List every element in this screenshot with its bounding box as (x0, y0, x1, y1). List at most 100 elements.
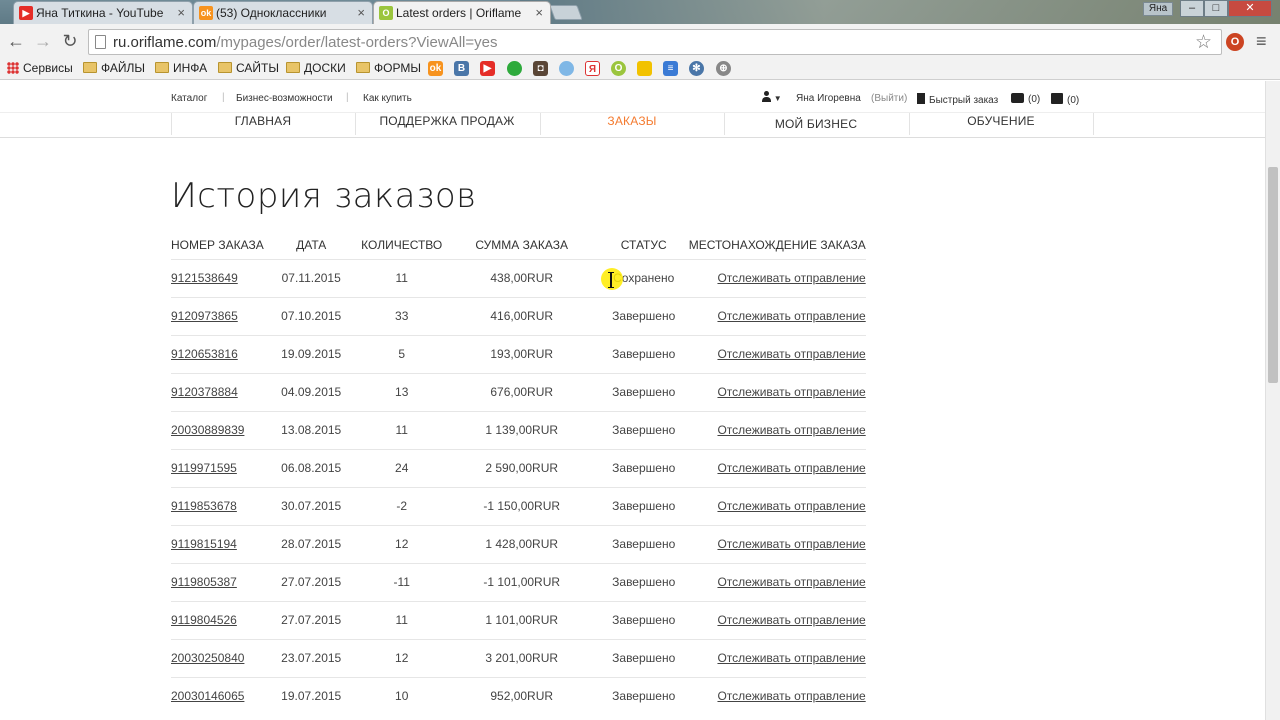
minimize-button[interactable]: – (1180, 0, 1204, 17)
green-bookmark-icon[interactable] (507, 61, 522, 76)
order-number-cell: 9119804526 (171, 600, 264, 639)
tab-title: Latest orders | Oriflame (396, 6, 522, 20)
apps-icon (7, 62, 19, 74)
order-number-link[interactable]: 9121538649 (171, 271, 238, 285)
order-number-link[interactable]: 9120973865 (171, 309, 238, 323)
messages-link[interactable]: (0) (1011, 93, 1040, 105)
track-shipment-link[interactable]: Отслеживать отправление (717, 347, 865, 361)
order-date-cell: 13.08.2015 (263, 410, 359, 449)
order-number-link[interactable]: 20030889839 (171, 423, 244, 437)
order-quantity: 12 (395, 651, 409, 665)
table-row: 20030250840 23.07.2015 12 3 201,00RUR Заверш… (171, 638, 866, 677)
track-shipment-link[interactable]: Отслеживать отправление (717, 575, 865, 589)
track-shipment-link[interactable]: Отслеживать отправление (717, 537, 865, 551)
user-menu[interactable]: ▼ (762, 91, 782, 104)
nav-orders[interactable]: ЗАКАЗЫ (540, 114, 724, 128)
order-number-link[interactable]: 9119971595 (171, 461, 237, 475)
column-header-date[interactable]: ДАТА (264, 231, 359, 259)
close-icon[interactable]: × (535, 5, 543, 20)
order-number-link[interactable]: 9119815194 (171, 537, 237, 551)
order-date-cell: 23.07.2015 (263, 638, 359, 677)
odnoklassniki-icon[interactable]: ok (428, 61, 443, 76)
column-header-status[interactable]: СТАТУС (599, 231, 689, 259)
bookmark-folder-forms[interactable]: ФОРМЫ (356, 61, 421, 75)
logout-link[interactable]: (Выйти) (871, 93, 907, 104)
nav-home[interactable]: ГЛАВНАЯ (171, 114, 355, 128)
scrollbar-thumb[interactable] (1268, 167, 1278, 383)
oriflame-icon[interactable]: O (611, 61, 626, 76)
new-tab-button[interactable] (549, 5, 583, 20)
order-quantity: -11 (393, 575, 410, 589)
tab-youtube[interactable]: ▶ Яна Титкина - YouTube × (13, 1, 193, 24)
bookmark-folder-boards[interactable]: ДОСКИ (286, 61, 346, 75)
tab-title: Яна Титкина - YouTube (36, 6, 164, 20)
order-number-cell: 20030146065 (171, 676, 264, 715)
track-shipment-link[interactable]: Отслеживать отправление (717, 651, 865, 665)
bookmark-folder-info[interactable]: ИНФА (155, 61, 207, 75)
forward-button[interactable]: → (32, 30, 54, 52)
tab-oriflame[interactable]: O Latest orders | Oriflame × (373, 1, 551, 24)
order-status: Завершено (612, 347, 676, 361)
reload-button[interactable]: ↻ (59, 30, 81, 52)
vk-icon[interactable]: B (454, 61, 469, 76)
column-header-sum[interactable]: СУММА ЗАКАЗА (445, 231, 599, 259)
menu-icon[interactable]: ≡ (1256, 31, 1267, 52)
track-shipment-link[interactable]: Отслеживать отправление (717, 499, 865, 513)
document-icon[interactable]: ≡ (663, 61, 678, 76)
cart-link[interactable]: (0) (1051, 93, 1079, 106)
order-number-link[interactable]: 9119853678 (171, 499, 237, 513)
track-shipment-link[interactable]: Отслеживать отправление (717, 689, 865, 703)
bookmark-star-icon[interactable]: ☆ (1195, 31, 1212, 54)
order-number-link[interactable]: 9120653816 (171, 347, 238, 361)
bookmark-folder-sites[interactable]: САЙТЫ (218, 61, 279, 75)
instagram-icon[interactable]: ◘ (533, 61, 548, 76)
tag-icon[interactable] (637, 61, 652, 76)
track-shipment-link[interactable]: Отслеживать отправление (717, 271, 865, 285)
order-date-cell: 07.10.2015 (263, 296, 359, 335)
caret-down-icon: ▼ (773, 94, 782, 103)
order-status-cell: Завершено (598, 676, 689, 715)
order-number-link[interactable]: 20030250840 (171, 651, 244, 665)
close-icon[interactable]: × (357, 5, 365, 20)
quick-order-link[interactable]: Быстрый заказ (917, 93, 998, 106)
gear-bookmark-icon[interactable]: ✻ (689, 61, 704, 76)
catalog-link[interactable]: Каталог (171, 93, 207, 104)
globe-icon[interactable]: ⊕ (716, 61, 731, 76)
close-window-button[interactable]: ✕ (1228, 0, 1272, 17)
youtube-icon[interactable]: ▶ (480, 61, 495, 76)
order-number-link[interactable]: 9119805387 (171, 575, 237, 589)
track-shipment-link[interactable]: Отслеживать отправление (717, 385, 865, 399)
bookmark-services[interactable]: Сервисы (7, 61, 73, 75)
track-shipment-link[interactable]: Отслеживать отправление (717, 461, 865, 475)
column-header-quantity[interactable]: КОЛИЧЕСТВО (359, 231, 445, 259)
close-icon[interactable]: × (177, 5, 185, 20)
order-number-link[interactable]: 20030146065 (171, 689, 244, 703)
flower-icon[interactable] (559, 61, 574, 76)
track-shipment-link[interactable]: Отслеживать отправление (717, 613, 865, 627)
business-link[interactable]: Бизнес-возможности (236, 93, 333, 104)
track-shipment-cell: Отслеживать отправление (688, 410, 866, 449)
page-scrollbar[interactable] (1265, 81, 1280, 720)
table-row: 9119853678 30.07.2015 -2 -1 150,00RUR Заверш… (171, 486, 866, 525)
column-header-number[interactable]: НОМЕР ЗАКАЗА (171, 231, 264, 259)
nav-training[interactable]: ОБУЧЕНИЕ (909, 114, 1093, 128)
order-number-link[interactable]: 9120378884 (171, 385, 238, 399)
yandex-icon[interactable]: Я (585, 61, 600, 76)
bookmark-folder-files[interactable]: ФАЙЛЫ (83, 61, 145, 75)
address-bar[interactable]: ru.oriflame.com/mypages/order/latest-ord… (88, 29, 1222, 55)
order-status: Завершено (612, 499, 676, 513)
folder-icon (356, 62, 370, 73)
extension-icon[interactable]: O (1226, 33, 1244, 51)
track-shipment-link[interactable]: Отслеживать отправление (717, 423, 865, 437)
order-quantity-cell: 33 (358, 296, 445, 335)
order-number-link[interactable]: 9119804526 (171, 613, 237, 627)
tab-odnoklassniki[interactable]: ok (53) Одноклассники × (193, 1, 373, 24)
back-button[interactable]: ← (5, 30, 27, 52)
nav-my-business[interactable]: МОЙ БИЗНЕС (724, 117, 908, 131)
maximize-button[interactable]: □ (1204, 0, 1228, 17)
track-shipment-link[interactable]: Отслеживать отправление (717, 309, 865, 323)
window-user-badge[interactable]: Яна (1143, 2, 1173, 16)
how-to-buy-link[interactable]: Как купить (363, 93, 412, 104)
nav-sales-support[interactable]: ПОДДЕРЖКА ПРОДАЖ (355, 114, 539, 128)
bookmark-label: САЙТЫ (236, 61, 279, 75)
